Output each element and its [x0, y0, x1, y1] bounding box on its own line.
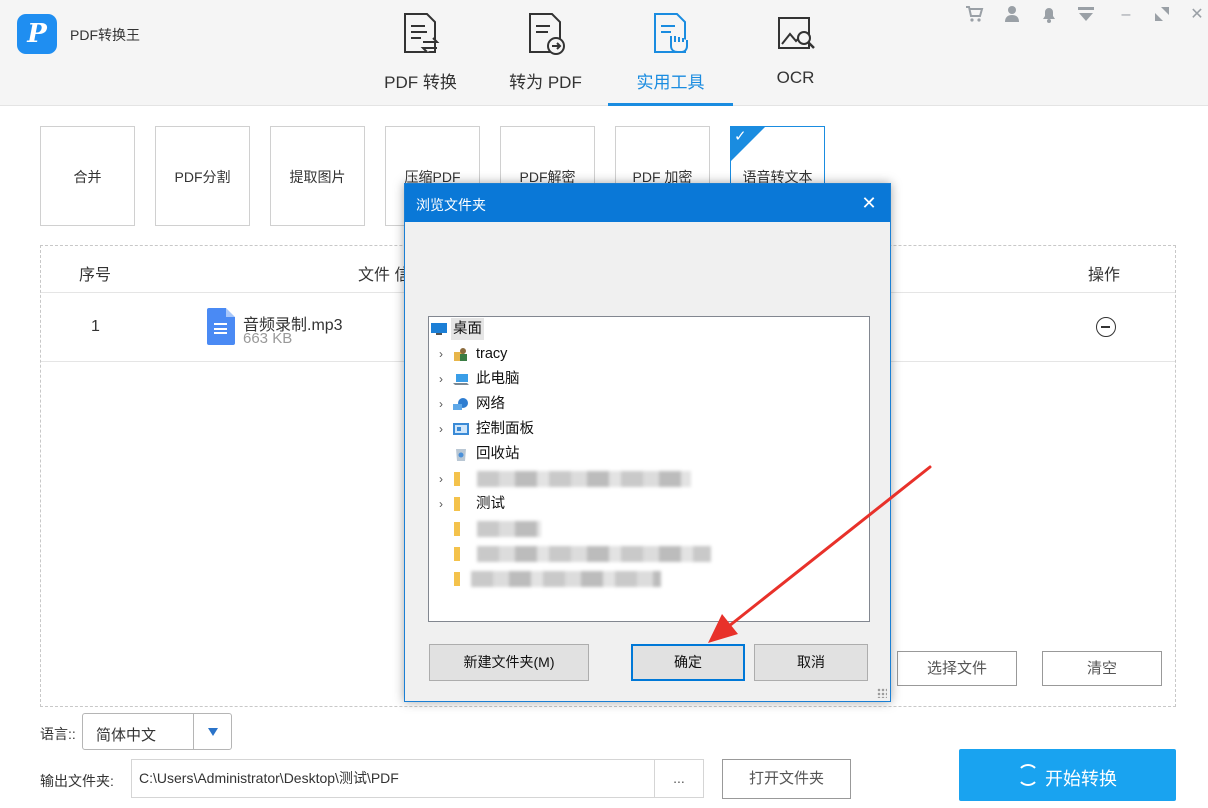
active-tab-underline	[608, 103, 733, 106]
network-icon	[453, 398, 468, 410]
document-file-icon	[207, 308, 235, 345]
header-index: 序号	[79, 267, 112, 284]
app-title: PDF转换王	[70, 27, 140, 43]
menu-icon[interactable]	[1075, 4, 1097, 26]
cancel-button[interactable]: 取消	[754, 644, 868, 681]
restore-icon[interactable]	[1151, 4, 1173, 26]
new-folder-button[interactable]: 新建文件夹(M)	[429, 644, 589, 681]
expand-chevron-icon[interactable]: ›	[435, 368, 447, 390]
select-files-button[interactable]: 选择文件	[897, 651, 1017, 686]
dialog-titlebar[interactable]: 浏览文件夹 ✕	[405, 184, 890, 222]
tree-item-folder[interactable]	[435, 518, 735, 540]
start-convert-button[interactable]: 开始转换	[959, 749, 1176, 801]
cart-icon[interactable]	[963, 4, 985, 26]
tree-label: tracy	[476, 346, 508, 362]
folder-icon	[454, 547, 460, 561]
tree-label: 桌面	[451, 318, 484, 340]
expand-chevron-icon[interactable]: ›	[435, 393, 447, 415]
remove-circle-icon[interactable]	[1096, 317, 1116, 337]
browse-button[interactable]: ...	[654, 759, 704, 798]
language-label: 语言::	[40, 726, 76, 742]
checkmark-icon: ✓	[734, 128, 747, 145]
folder-icon	[454, 497, 460, 511]
document-convert-icon	[404, 13, 440, 53]
file-size: 663 KB	[243, 330, 293, 347]
tree-label: 控制面板	[476, 421, 534, 437]
expand-chevron-icon[interactable]: ›	[435, 343, 447, 365]
tool-pdf-split[interactable]: PDF分割	[155, 126, 250, 226]
tab-label: 实用工具	[636, 73, 705, 92]
open-folder-button[interactable]: 打开文件夹	[722, 759, 851, 799]
minimize-icon[interactable]: –	[1115, 4, 1137, 26]
computer-icon	[453, 374, 469, 385]
tree-label: 测试	[476, 496, 505, 512]
bell-icon[interactable]	[1038, 4, 1060, 26]
document-tools-icon	[654, 13, 688, 53]
tree-item-folder[interactable]	[435, 568, 735, 590]
tool-extract-images[interactable]: 提取图片	[270, 126, 365, 226]
document-export-icon	[529, 13, 565, 55]
row-index: 1	[91, 318, 100, 335]
desktop-icon	[431, 323, 447, 335]
expand-chevron-icon[interactable]: ›	[435, 493, 447, 515]
control-panel-icon	[453, 423, 469, 435]
start-convert-label: 开始转换	[1045, 769, 1117, 789]
expand-chevron-icon[interactable]: ›	[435, 468, 447, 490]
ok-button[interactable]: 确定	[631, 644, 745, 681]
user-icon[interactable]	[1001, 4, 1023, 26]
close-icon[interactable]: ✕	[1186, 4, 1208, 26]
dialog-title: 浏览文件夹	[416, 197, 486, 213]
output-folder-label: 输出文件夹:	[40, 773, 114, 789]
app-header: P PDF转换王 PDF 转换 转为 PDF 实用工具 OCR – ✕	[0, 0, 1208, 106]
header-file-name: 文件 信	[358, 267, 411, 284]
redacted-folder-name	[471, 571, 661, 587]
clear-button[interactable]: 清空	[1042, 651, 1162, 686]
dialog-close-icon[interactable]: ✕	[857, 191, 881, 215]
sync-icon	[1017, 764, 1039, 786]
tab-label: 转为 PDF	[509, 73, 582, 92]
select-divider	[193, 714, 194, 749]
tree-item-folder[interactable]: ›	[435, 468, 735, 490]
browse-folder-dialog: 浏览文件夹 ✕ 桌面 › tracy › 此电脑 › 网络 › 控制面板 回收站…	[404, 183, 891, 702]
tab-tools[interactable]: 实用工具	[608, 0, 733, 106]
folder-icon	[454, 572, 460, 586]
tree-label: 回收站	[476, 446, 520, 462]
user-folder-icon	[454, 348, 467, 361]
image-search-icon	[778, 17, 815, 49]
tab-label: PDF 转换	[384, 73, 457, 92]
folder-icon	[454, 472, 460, 486]
tool-merge[interactable]: 合并	[40, 126, 135, 226]
tab-ocr[interactable]: OCR	[733, 0, 858, 106]
tree-label: 此电脑	[476, 371, 520, 387]
resize-grip-icon[interactable]	[877, 688, 887, 698]
folder-icon	[454, 522, 460, 536]
header-action: 操作	[1088, 267, 1121, 284]
tree-item-folder[interactable]	[435, 543, 735, 565]
app-logo-icon: P	[17, 14, 57, 54]
folder-tree[interactable]: 桌面 › tracy › 此电脑 › 网络 › 控制面板 回收站 › › 测试	[428, 316, 870, 622]
dropdown-arrow-icon	[208, 728, 218, 736]
redacted-folder-name	[477, 521, 541, 537]
tab-pdf-convert[interactable]: PDF 转换	[358, 0, 483, 106]
tab-label: OCR	[776, 68, 815, 87]
language-value: 简体中文	[96, 727, 157, 744]
expand-chevron-icon[interactable]: ›	[435, 418, 447, 440]
redacted-folder-name	[477, 546, 711, 562]
tab-to-pdf[interactable]: 转为 PDF	[483, 0, 608, 106]
tree-label: 网络	[476, 396, 505, 412]
output-path-field[interactable]: C:\Users\Administrator\Desktop\测试\PDF	[131, 759, 655, 798]
recycle-bin-icon	[456, 449, 466, 461]
redacted-folder-name	[477, 471, 691, 487]
language-select[interactable]: 简体中文	[82, 713, 232, 750]
